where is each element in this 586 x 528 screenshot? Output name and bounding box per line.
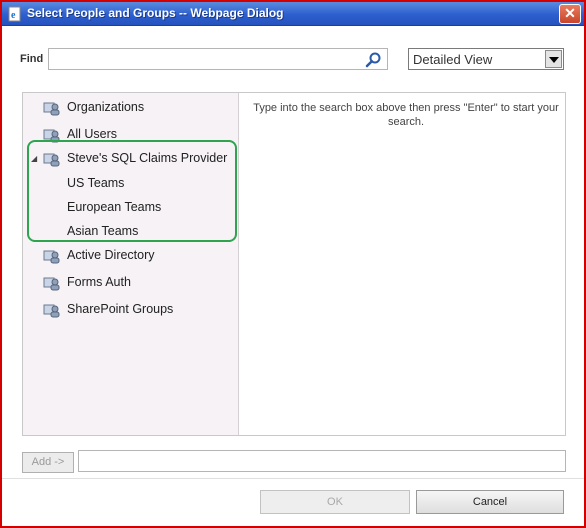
people-directory-icon	[43, 248, 61, 264]
tree-item-label: Forms Auth	[67, 275, 131, 289]
picker-panel: Organizations All Users ◢ Steve's SQL Cl…	[22, 92, 566, 436]
directory-tree: Organizations All Users ◢ Steve's SQL Cl…	[23, 93, 239, 435]
tree-item-label: SharePoint Groups	[67, 302, 174, 316]
footer-divider	[2, 478, 584, 479]
results-pane: Type into the search box above then pres…	[240, 93, 565, 435]
ok-button[interactable]: OK	[260, 490, 410, 514]
ie-page-icon: e	[7, 6, 23, 22]
search-hint: Type into the search box above then pres…	[253, 102, 559, 128]
cancel-button[interactable]: Cancel	[416, 490, 564, 514]
selected-names-field[interactable]	[78, 450, 566, 472]
search-input[interactable]	[48, 48, 388, 70]
find-label: Find	[20, 53, 44, 65]
svg-text:e: e	[11, 10, 16, 21]
people-directory-icon	[43, 100, 61, 116]
people-directory-icon	[43, 275, 61, 291]
add-button[interactable]: Add ->	[22, 452, 74, 473]
people-directory-icon	[43, 302, 61, 318]
tree-item-label: Active Directory	[67, 248, 155, 262]
tree-item-label: Organizations	[67, 100, 145, 114]
title-bar[interactable]: e Select People and Groups -- Webpage Di…	[2, 2, 584, 26]
search-icon[interactable]	[365, 51, 383, 68]
view-dropdown-value: Detailed View	[413, 52, 493, 67]
close-button[interactable]: ✕	[559, 4, 581, 24]
claims-provider-highlight	[27, 140, 237, 242]
dialog-window: e Select People and Groups -- Webpage Di…	[2, 2, 584, 526]
tree-item-label: All Users	[67, 127, 118, 141]
view-dropdown[interactable]: Detailed View	[408, 48, 564, 70]
chevron-down-icon[interactable]	[545, 50, 562, 68]
window-title: Select People and Groups -- Webpage Dial…	[27, 6, 284, 20]
